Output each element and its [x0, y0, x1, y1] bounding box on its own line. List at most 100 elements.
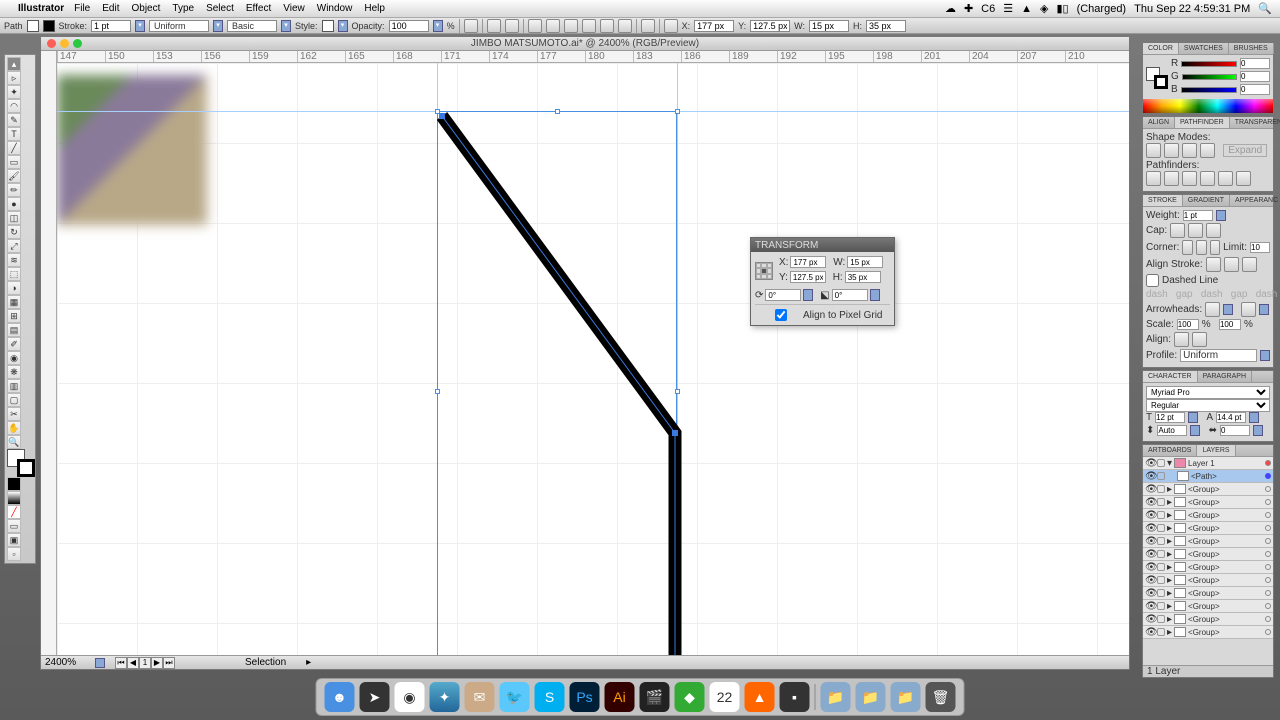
dock-skype-icon[interactable]: S — [535, 682, 565, 712]
align-stroke-inside[interactable] — [1224, 257, 1239, 272]
blob-brush-tool[interactable]: ● — [7, 197, 21, 211]
slice-tool[interactable]: ✂ — [7, 407, 21, 421]
layer-row[interactable]: 👁▸<Group> — [1143, 574, 1273, 587]
width-tool[interactable]: ≋ — [7, 253, 21, 267]
x-input[interactable] — [694, 20, 734, 32]
weight-input[interactable] — [1183, 210, 1213, 221]
align-stroke-center[interactable] — [1206, 257, 1221, 272]
dock-folder-icon[interactable]: 📁 — [856, 682, 886, 712]
transform-y-input[interactable] — [790, 271, 826, 283]
visibility-toggle[interactable]: 👁 — [1145, 523, 1155, 534]
pathfinder-button[interactable] — [1182, 171, 1197, 186]
layer-row[interactable]: 👁▸<Group> — [1143, 535, 1273, 548]
free-transform-tool[interactable]: ⬚ — [7, 267, 21, 281]
tab-artboards[interactable]: ARTBOARDS — [1143, 445, 1197, 456]
layer-row[interactable]: 👁▸<Group> — [1143, 626, 1273, 639]
visibility-toggle[interactable]: 👁 — [1145, 510, 1155, 521]
recolor-button[interactable] — [464, 19, 478, 33]
brush-dropdown[interactable]: ▾ — [281, 20, 291, 32]
brush-tool[interactable]: 🖌 — [7, 169, 21, 183]
visibility-toggle[interactable]: 👁 — [1145, 484, 1155, 495]
align-stroke-outside[interactable] — [1242, 257, 1257, 272]
style-swatch[interactable] — [322, 20, 334, 32]
layer-row[interactable]: 👁▸<Group> — [1143, 496, 1273, 509]
tab-brushes[interactable]: BRUSHES — [1229, 43, 1274, 54]
rotate-tool[interactable]: ↻ — [7, 225, 21, 239]
stroke-swatch[interactable] — [43, 20, 55, 32]
layer-row[interactable]: 👁<Path> — [1143, 470, 1273, 483]
spotlight-icon[interactable]: 🔍 — [1258, 2, 1272, 15]
transform-h-input[interactable] — [845, 271, 881, 283]
transform-panel[interactable]: TRANSFORM X: W: Y: H: ⟳ ⬕ Align to Pixel… — [750, 237, 895, 326]
tab-character[interactable]: CHARACTER — [1143, 371, 1198, 382]
w-input[interactable] — [809, 20, 849, 32]
stroke-profile[interactable]: Uniform — [149, 20, 209, 32]
draw-mode[interactable]: ▭ — [7, 519, 21, 533]
dock-finder-icon[interactable]: ☻ — [325, 682, 355, 712]
cap-round[interactable] — [1188, 223, 1203, 238]
dock-illustrator-icon[interactable]: Ai — [605, 682, 635, 712]
dock-safari-icon[interactable]: ✦ — [430, 682, 460, 712]
dock-folder-icon[interactable]: 📁 — [821, 682, 851, 712]
align-button[interactable] — [564, 19, 578, 33]
expand-button[interactable]: Expand — [1223, 144, 1267, 157]
cap-butt[interactable] — [1170, 223, 1185, 238]
opacity-dropdown[interactable]: ▾ — [433, 20, 443, 32]
dock-twitter-icon[interactable]: 🐦 — [500, 682, 530, 712]
transform-w-input[interactable] — [847, 256, 883, 268]
align-button[interactable] — [546, 19, 560, 33]
pathfinder-button[interactable] — [1146, 171, 1161, 186]
eraser-tool[interactable]: ◫ — [7, 211, 21, 225]
zoom-tool[interactable]: 🔍 — [7, 435, 21, 449]
shear-dropdown[interactable] — [870, 289, 880, 301]
tab-gradient[interactable]: GRADIENT — [1183, 195, 1230, 206]
visibility-toggle[interactable]: 👁 — [1145, 458, 1155, 469]
align-button[interactable] — [618, 19, 632, 33]
visibility-toggle[interactable]: 👁 — [1145, 601, 1155, 612]
layer-row[interactable]: 👁▸<Group> — [1143, 561, 1273, 574]
align-button[interactable] — [487, 19, 501, 33]
align-button[interactable] — [528, 19, 542, 33]
tab-appearance[interactable]: APPEARANC — [1230, 195, 1280, 206]
artboard-nav[interactable]: ⏮◀1▶⏭ — [115, 657, 175, 669]
dock-app-icon[interactable]: ◆ — [675, 682, 705, 712]
g-input[interactable] — [1240, 71, 1270, 82]
screen-mode[interactable]: ▣ — [7, 533, 21, 547]
menu-help[interactable]: Help — [364, 3, 385, 14]
canvas[interactable] — [57, 63, 1129, 655]
tab-transparency[interactable]: TRANSPAREN — [1230, 117, 1280, 128]
pathfinder-button[interactable] — [1200, 171, 1215, 186]
align-button[interactable] — [600, 19, 614, 33]
visibility-toggle[interactable]: 👁 — [1145, 536, 1155, 547]
perspective-tool[interactable]: ▦ — [7, 295, 21, 309]
shape-builder-tool[interactable]: ◑ — [7, 281, 21, 295]
graph-tool[interactable]: ▥ — [7, 379, 21, 393]
style-dropdown[interactable]: ▾ — [338, 20, 348, 32]
visibility-toggle[interactable]: 👁 — [1145, 562, 1155, 573]
transform-button[interactable] — [664, 19, 678, 33]
menu-select[interactable]: Select — [206, 3, 234, 14]
corner-round[interactable] — [1196, 240, 1207, 255]
stroke-weight-input[interactable] — [91, 20, 131, 32]
tab-stroke[interactable]: STROKE — [1143, 195, 1183, 206]
zoom-button[interactable] — [73, 39, 82, 48]
tab-layers[interactable]: LAYERS — [1197, 445, 1235, 456]
layer-row[interactable]: 👁▸<Group> — [1143, 548, 1273, 561]
hand-tool[interactable]: ✋ — [7, 421, 21, 435]
magic-wand-tool[interactable]: ✦ — [7, 85, 21, 99]
profile-select[interactable]: Uniform — [1180, 349, 1257, 362]
h-input[interactable] — [866, 20, 906, 32]
battery-icon[interactable]: ▮▯ — [1056, 2, 1068, 15]
menu-edit[interactable]: Edit — [102, 3, 119, 14]
artboard-tool[interactable]: ▢ — [7, 393, 21, 407]
corner-bevel[interactable] — [1210, 240, 1221, 255]
layer-row[interactable]: 👁▸<Group> — [1143, 613, 1273, 626]
blend-tool[interactable]: ◉ — [7, 351, 21, 365]
unite-button[interactable] — [1146, 143, 1161, 158]
layer-row[interactable]: 👁▾Layer 1 — [1143, 457, 1273, 470]
close-button[interactable] — [47, 39, 56, 48]
menu-file[interactable]: File — [74, 3, 90, 14]
profile-dropdown[interactable]: ▾ — [213, 20, 223, 32]
zoom-level[interactable]: 2400% — [45, 657, 85, 668]
shear-input[interactable] — [832, 289, 868, 301]
